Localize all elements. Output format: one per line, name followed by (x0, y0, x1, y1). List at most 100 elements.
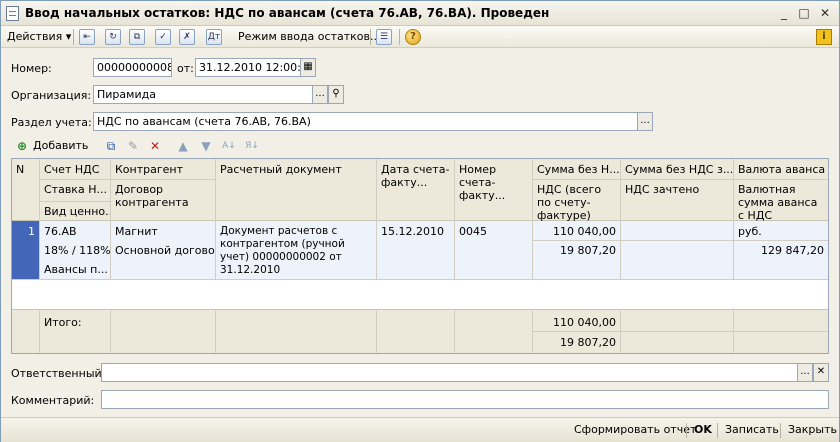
info-icon[interactable]: i (816, 29, 832, 45)
column-divider (620, 159, 621, 279)
column-divider (733, 309, 734, 353)
toolbar-divider (370, 29, 371, 45)
refresh-icon[interactable]: ↻ (105, 29, 121, 45)
cell-vat-credited[interactable] (621, 242, 733, 246)
clear-icon[interactable]: ✕ (813, 363, 829, 382)
column-header-counterparty[interactable]: Контрагент (111, 161, 215, 178)
toolbar-divider (399, 29, 400, 45)
add-icon[interactable]: ⊕ (15, 139, 29, 153)
cell-kind[interactable]: Авансы п... (40, 261, 110, 278)
column-header-amount-wo-vat[interactable]: Сумма без Н... (533, 161, 620, 178)
column-header-rate[interactable]: Ставка Н... (40, 181, 110, 198)
column-header-amount-wo-vat-2[interactable]: Сумма без НДС з... (621, 161, 733, 178)
minimize-button[interactable]: _ (776, 5, 792, 21)
list-structure-icon[interactable]: ☰ (376, 29, 392, 45)
section-field[interactable]: НДС по авансам (счета 76.АВ, 76.ВА) (93, 112, 638, 131)
cell-currency-amount[interactable]: 129 847,20 (734, 242, 828, 259)
column-header-kind[interactable]: Вид ценно... (40, 203, 110, 220)
column-header-vat-credited[interactable]: НДС зачтено (621, 181, 733, 198)
total-amount-wo-vat: 110 040,00 (553, 316, 616, 329)
date-field[interactable]: 31.12.2010 12:00:07 (195, 58, 301, 77)
organization-field[interactable]: Пирамида (93, 85, 313, 104)
number-field[interactable]: 00000000008 (93, 58, 172, 77)
bottom-divider (717, 423, 718, 438)
title-bar: Ввод начальных остатков: НДС по авансам … (1, 1, 839, 26)
move-up-icon[interactable]: ▲ (176, 139, 190, 153)
go-to-icon[interactable]: ⇤ (79, 29, 95, 45)
sort-ascending-icon[interactable]: A↓ (222, 139, 236, 153)
column-divider (39, 159, 40, 279)
edit-row-icon[interactable]: ✎ (126, 139, 140, 153)
cell-invoice-date[interactable]: 15.12.2010 (377, 223, 454, 240)
unpost-document-icon[interactable]: ✗ (179, 29, 195, 45)
cell-rate[interactable]: 18% / 118% (40, 242, 110, 259)
responsible-label: Ответственный: (11, 367, 106, 380)
copy-row-icon[interactable]: ⧉ (104, 139, 118, 153)
actions-menu[interactable]: Действия ▾ (7, 28, 71, 46)
bottom-bar: Сформировать отчет OK Записать Закрыть (1, 417, 839, 442)
column-header-currency[interactable]: Валюта аванса (734, 161, 828, 178)
search-icon[interactable]: ⚲ (328, 85, 344, 104)
generate-report-button[interactable]: Сформировать отчет (574, 423, 696, 436)
cell-amount-wo-vat-2[interactable] (621, 223, 733, 227)
ok-button[interactable]: OK (694, 423, 712, 436)
column-header-invoice-number[interactable]: Номер счета-факту... (455, 161, 532, 204)
close-button[interactable]: Закрыть (788, 423, 837, 436)
column-divider (733, 159, 734, 279)
help-icon[interactable]: ? (405, 29, 421, 45)
move-down-icon[interactable]: ▼ (199, 139, 213, 153)
document-window: Ввод начальных остатков: НДС по авансам … (0, 0, 840, 442)
column-divider (532, 309, 533, 353)
cell-invoice-number[interactable]: 0045 (455, 223, 532, 240)
organization-select-button[interactable]: ... (312, 85, 328, 104)
sort-descending-icon[interactable]: Я↓ (245, 139, 259, 153)
cell-amount-wo-vat[interactable]: 110 040,00 (533, 223, 620, 240)
comment-field[interactable] (101, 390, 829, 409)
header-divider (533, 179, 828, 180)
column-header-currency-amount[interactable]: Валютная сумма аванса с НДС (734, 181, 828, 224)
bottom-divider (686, 423, 687, 438)
save-button[interactable]: Записать (725, 423, 779, 436)
responsible-field[interactable] (101, 363, 798, 382)
column-header-n[interactable]: N (12, 161, 39, 178)
row-number-cell[interactable]: 1 (12, 221, 39, 279)
ledger-entries-icon[interactable]: Дт (206, 29, 222, 45)
date-label: от: (177, 62, 194, 75)
table-header: N Счет НДС Ставка Н... Вид ценно... Конт… (12, 159, 828, 224)
close-window-button[interactable]: ✕ (817, 5, 833, 21)
section-select-button[interactable]: ... (637, 112, 653, 131)
toolbar-divider (73, 29, 74, 45)
window-title: Ввод начальных остатков: НДС по авансам … (25, 6, 550, 20)
input-mode-button[interactable]: Режим ввода остатков... (238, 28, 380, 46)
cell-settlement-doc[interactable]: Документ расчетов с контрагентом (ручной… (216, 223, 376, 279)
column-divider (454, 159, 455, 279)
post-document-icon[interactable]: ✓ (155, 29, 171, 45)
cell-contract[interactable]: Основной договор (111, 242, 215, 259)
totals-label: Итого: (44, 316, 82, 329)
cell-counterparty[interactable]: Магнит (111, 223, 215, 240)
row-divider (12, 279, 828, 280)
delete-row-icon[interactable]: ✕ (148, 139, 162, 153)
column-header-settlement-doc[interactable]: Расчетный документ (216, 161, 376, 178)
advances-table[interactable]: N Счет НДС Ставка Н... Вид ценно... Конт… (11, 158, 829, 354)
cell-account[interactable]: 76.АВ (40, 223, 110, 240)
maximize-button[interactable]: □ (796, 5, 812, 21)
cell-vat-total[interactable]: 19 807,20 (533, 242, 620, 259)
header-divider (111, 179, 216, 180)
column-divider (215, 309, 216, 353)
cell-currency[interactable]: руб. (734, 223, 828, 240)
column-header-invoice-date[interactable]: Дата счета-факту... (377, 161, 454, 191)
column-divider (376, 309, 377, 353)
column-divider (620, 309, 621, 353)
calendar-icon[interactable]: ▦ (300, 58, 316, 77)
header-divider (40, 201, 111, 202)
responsible-select-button[interactable]: ... (797, 363, 813, 382)
actions-label: Действия (7, 30, 63, 43)
copy-icon[interactable]: ⧉ (129, 29, 145, 45)
table-footer: Итого: 110 040,00 19 807,20 (12, 309, 828, 353)
column-header-vat-total[interactable]: НДС (всего по счету-фактуре) (533, 181, 620, 224)
add-row-button[interactable]: Добавить (33, 137, 88, 155)
column-header-account[interactable]: Счет НДС (40, 161, 110, 178)
column-header-contract[interactable]: Договор контрагента (111, 181, 215, 211)
bottom-divider (780, 423, 781, 438)
